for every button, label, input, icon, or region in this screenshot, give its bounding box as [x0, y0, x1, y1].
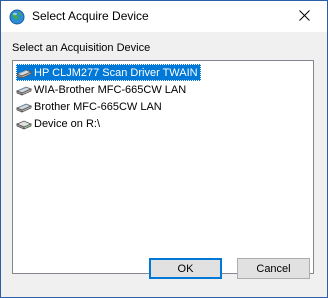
- title-bar[interactable]: Select Acquire Device: [1, 1, 327, 32]
- select-acquire-device-dialog: Select Acquire Device Select an Acquisit…: [0, 0, 328, 298]
- device-label: HP CLJM277 Scan Driver TWAIN: [34, 66, 198, 79]
- acquisition-device-label: Select an Acquisition Device: [12, 42, 151, 54]
- app-globe-icon: [9, 9, 25, 25]
- scanner-icon: [15, 99, 33, 115]
- device-list[interactable]: HP CLJM277 Scan Driver TWAIN WIA-Brother…: [12, 60, 314, 274]
- device-label: Device on R:\: [34, 117, 101, 130]
- device-item-brother-lan[interactable]: Brother MFC-665CW LAN: [15, 98, 165, 115]
- scanner-icon: [15, 82, 33, 98]
- cancel-button[interactable]: Cancel: [237, 258, 310, 279]
- window-title: Select Acquire Device: [32, 9, 149, 23]
- scanner-icon: [15, 65, 33, 81]
- device-item-hp-cljm277[interactable]: HP CLJM277 Scan Driver TWAIN: [15, 64, 201, 81]
- ok-button[interactable]: OK: [149, 258, 222, 279]
- dialog-content: Select an Acquisition Device HP CLJM277 …: [1, 32, 327, 297]
- device-label: WIA-Brother MFC-665CW LAN: [34, 83, 187, 96]
- close-icon: [299, 8, 310, 26]
- device-item-wia-brother[interactable]: WIA-Brother MFC-665CW LAN: [15, 81, 189, 98]
- close-button[interactable]: [282, 1, 327, 32]
- device-item-device-on-r[interactable]: Device on R:\: [15, 115, 103, 132]
- drive-icon: [15, 116, 33, 132]
- device-label: Brother MFC-665CW LAN: [34, 100, 162, 113]
